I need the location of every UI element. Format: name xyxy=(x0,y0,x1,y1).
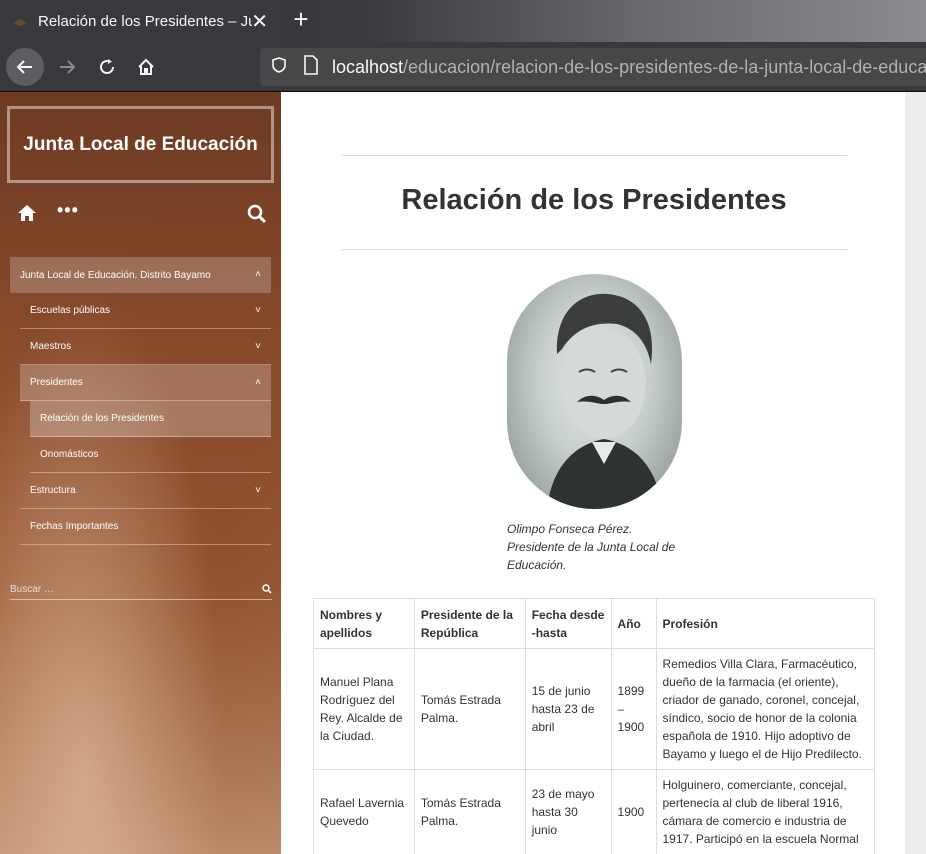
more-icon[interactable]: ••• xyxy=(57,201,79,219)
nav-bar: localhost/educacion/relacion-de-los-pres… xyxy=(0,42,926,92)
home-icon[interactable] xyxy=(17,204,37,227)
menu-item-label: Maestros xyxy=(30,341,72,352)
table-row: Manuel Plana Rodríguez del Rey. Alcalde … xyxy=(313,648,875,770)
menu-item-label: Fechas Importantes xyxy=(30,521,119,532)
sidebar-search-input[interactable]: Buscar … xyxy=(10,584,272,600)
table-cell: Remedios Villa Clara, Farmacéutico, dueñ… xyxy=(655,648,875,770)
table-cell: Tomás Estrada Palma. xyxy=(413,648,526,770)
table-cell: 1899 – 1900 xyxy=(610,648,657,770)
table-header-row: Nombres y apellidos Presidente de la Rep… xyxy=(313,598,875,649)
caption-line: Presidente de la Junta Local de xyxy=(507,540,676,554)
table-cell: Holguinero, comerciante, concejal, perte… xyxy=(655,769,875,854)
menu-item-presidentes[interactable]: Presidentes ˄ xyxy=(20,365,271,401)
shield-icon[interactable] xyxy=(270,56,288,79)
home-icon[interactable] xyxy=(129,50,163,84)
caption-line: Olimpo Fonseca Pérez. xyxy=(507,522,633,536)
sidebar: Junta Local de Educación ••• Junta Local… xyxy=(0,92,281,854)
presidents-table: Nombres y apellidos Presidente de la Rep… xyxy=(313,598,875,854)
main-content: Relación de los Presidentes Olimpo Fonse… xyxy=(281,92,905,854)
reload-icon[interactable] xyxy=(90,50,124,84)
table-cell: 15 de junio hasta 23 de abril xyxy=(524,648,612,770)
table-cell: Tomás Estrada Palma. xyxy=(413,769,526,854)
table-row: Rafael Lavernia Quevedo Tomás Estrada Pa… xyxy=(313,769,875,854)
menu-item-label: Estructura xyxy=(30,485,76,496)
menu-item-escuelas-publicas[interactable]: Escuelas públicas ˅ xyxy=(20,293,271,329)
search-placeholder: Buscar … xyxy=(10,584,54,595)
table-cell: Manuel Plana Rodríguez del Rey. Alcalde … xyxy=(313,648,415,770)
menu-item-relacion-presidentes[interactable]: Relación de los Presidentes xyxy=(30,401,271,437)
menu-item-onomasticos[interactable]: Onomásticos xyxy=(30,437,271,473)
table-cell: 1900 xyxy=(610,769,657,854)
search-icon[interactable] xyxy=(262,584,272,597)
new-tab-icon[interactable]: + xyxy=(288,4,314,34)
sidebar-menu: Junta Local de Educación. Distrito Bayam… xyxy=(10,257,271,545)
chevron-down-icon[interactable]: ˅ xyxy=(255,305,261,316)
url-bar[interactable]: localhost/educacion/relacion-de-los-pres… xyxy=(260,48,926,86)
tab-bar: Relación de los Presidentes – Ju ✕ + xyxy=(0,0,926,42)
forward-icon[interactable] xyxy=(50,50,84,84)
chevron-down-icon[interactable]: ˅ xyxy=(255,485,261,496)
column-header: Nombres y apellidos xyxy=(313,598,415,649)
column-header: Fecha desde -hasta xyxy=(524,598,612,649)
column-header: Presidente de la República xyxy=(413,598,526,649)
url-text[interactable]: localhost/educacion/relacion-de-los-pres… xyxy=(332,57,926,78)
menu-item-label: Junta Local de Educación. Distrito Bayam… xyxy=(20,269,211,281)
caption-line: Educación. xyxy=(507,558,567,572)
menu-item-label: Escuelas públicas xyxy=(30,305,111,316)
menu-item-junta-local[interactable]: Junta Local de Educación. Distrito Bayam… xyxy=(10,257,271,293)
page-icon[interactable] xyxy=(302,54,320,80)
menu-item-label: Onomásticos xyxy=(40,449,99,460)
chevron-down-icon[interactable]: ˅ xyxy=(255,341,261,352)
divider xyxy=(341,155,847,156)
menu-item-maestros[interactable]: Maestros ˅ xyxy=(20,329,271,365)
tab-title: Relación de los Presidentes – Ju xyxy=(38,12,252,30)
menu-item-estructura[interactable]: Estructura ˅ xyxy=(20,473,271,509)
back-icon[interactable] xyxy=(6,48,44,86)
scrollbar[interactable] xyxy=(905,92,926,854)
column-header: Año xyxy=(610,598,657,649)
portrait-caption: Olimpo Fonseca Pérez. Presidente de la J… xyxy=(507,520,697,574)
table-cell: 23 de mayo hasta 30 junio xyxy=(524,769,612,854)
page-title: Relación de los Presidentes xyxy=(401,184,787,216)
chevron-up-icon[interactable]: ˄ xyxy=(255,269,261,280)
divider xyxy=(341,249,847,250)
search-icon[interactable] xyxy=(247,204,267,229)
chevron-up-icon[interactable]: ˄ xyxy=(255,377,261,388)
menu-item-fechas-importantes[interactable]: Fechas Importantes xyxy=(20,509,271,545)
site-title[interactable]: Junta Local de Educación xyxy=(23,133,257,157)
menu-item-label: Relación de los Presidentes xyxy=(40,413,164,424)
menu-item-label: Presidentes xyxy=(30,377,83,388)
active-tab[interactable]: Relación de los Presidentes – Ju ✕ xyxy=(0,0,282,42)
site-title-box[interactable]: Junta Local de Educación xyxy=(7,106,274,183)
column-header: Profesión xyxy=(655,598,875,649)
president-portrait xyxy=(507,274,682,509)
table-cell: Rafael Lavernia Quevedo xyxy=(313,769,415,854)
favicon-icon xyxy=(12,13,28,29)
close-tab-icon[interactable]: ✕ xyxy=(251,9,268,34)
sidebar-icon-row: ••• xyxy=(17,201,267,227)
